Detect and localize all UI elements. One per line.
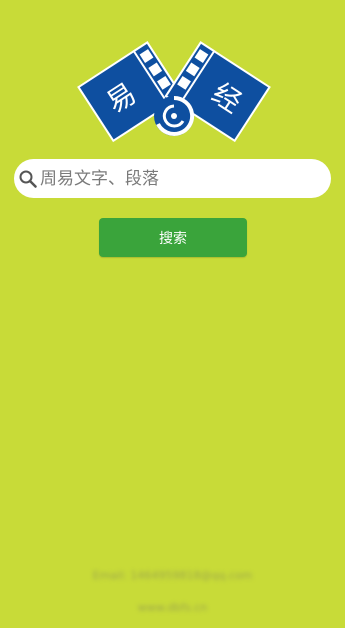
footer-email: Email: 1464959818@qq.com: [92, 569, 253, 582]
search-bar[interactable]: [14, 159, 331, 198]
search-input[interactable]: [38, 163, 310, 194]
footer: Email: 1464959818@qq.com www.dbfs.cn: [0, 560, 345, 624]
search-button[interactable]: 搜索: [99, 218, 247, 257]
search-icon: [18, 168, 38, 190]
footer-website: www.dbfs.cn: [137, 601, 208, 614]
logo-swirl: [154, 95, 195, 136]
app-logo: 易 经: [77, 41, 271, 143]
